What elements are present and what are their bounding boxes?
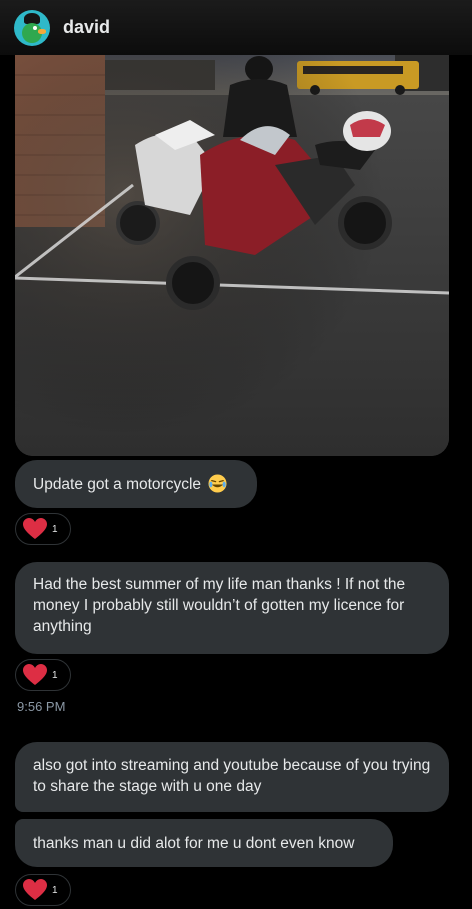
reaction-count: 1	[52, 669, 58, 681]
conversation-header: david	[0, 0, 472, 55]
heart-icon	[23, 879, 47, 900]
message-bubble[interactable]: Had the best summer of my life man thank…	[15, 562, 449, 654]
message-text: also got into streaming and youtube beca…	[33, 757, 431, 795]
heart-reaction[interactable]: 1	[15, 659, 71, 691]
heart-icon	[23, 518, 47, 539]
message-timestamp: 9:56 PM	[17, 699, 66, 714]
duck-avatar-icon[interactable]	[14, 9, 50, 46]
reaction-count: 1	[52, 523, 58, 535]
message-bubble[interactable]: Update got a motorcycle	[15, 460, 257, 508]
sender-name[interactable]: david	[63, 17, 110, 38]
laughing-emoji-icon	[208, 474, 227, 493]
message-bubble[interactable]: thanks man u did alot for me u dont even…	[15, 819, 393, 867]
message-bubble[interactable]: also got into streaming and youtube beca…	[15, 742, 449, 812]
motorcycle-photo[interactable]	[15, 55, 449, 456]
message-text: thanks man u did alot for me u dont even…	[33, 835, 355, 852]
heart-icon	[23, 664, 47, 685]
heart-reaction[interactable]: 1	[15, 513, 71, 545]
message-text: Had the best summer of my life man thank…	[33, 576, 406, 635]
motorcycle-photo-image	[15, 55, 449, 456]
heart-reaction[interactable]: 1	[15, 874, 71, 906]
reaction-count: 1	[52, 884, 58, 896]
message-text: Update got a motorcycle	[33, 476, 202, 493]
